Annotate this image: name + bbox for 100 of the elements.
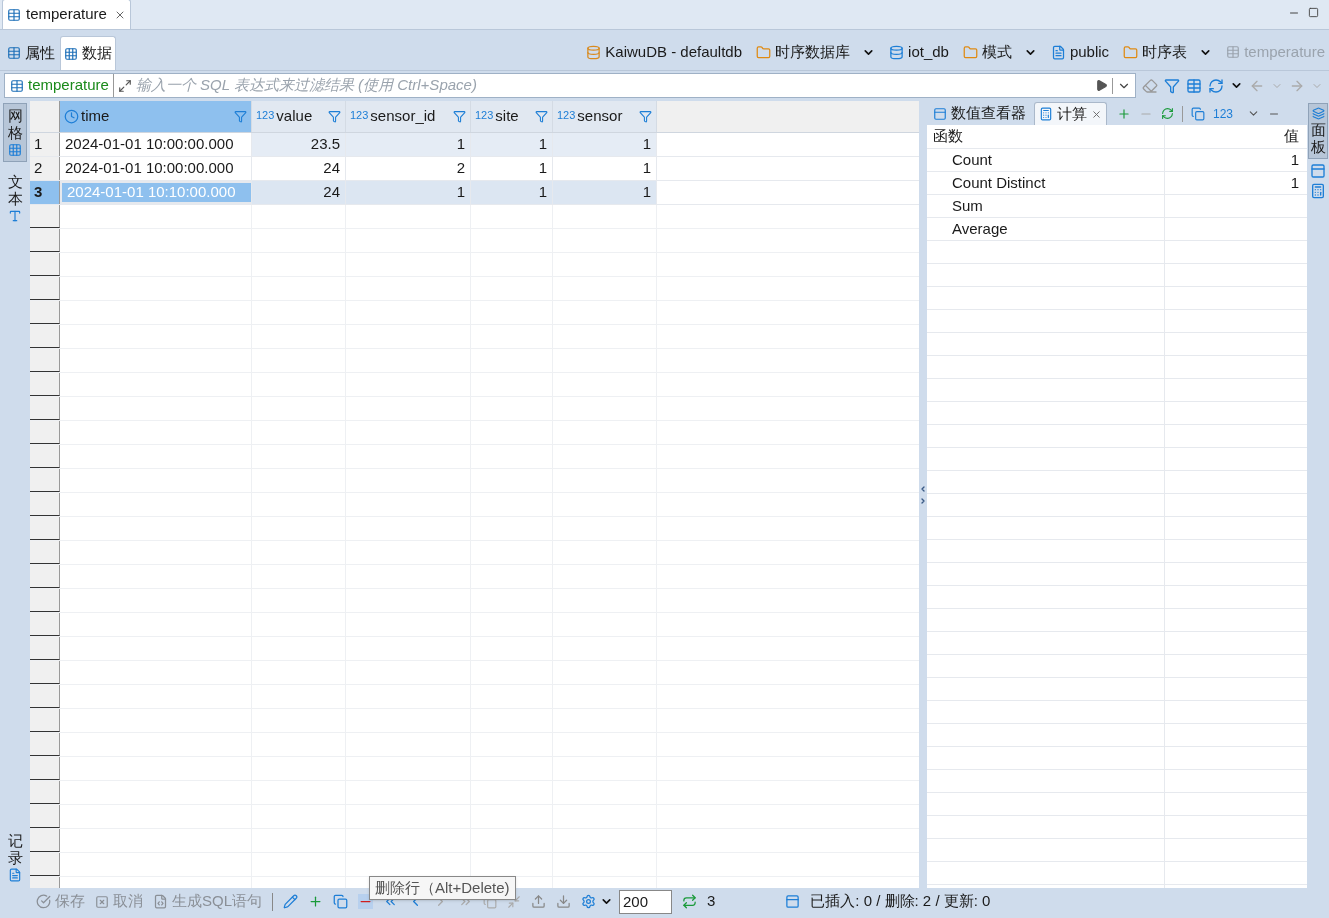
table-cell: 2024-01-01 10:10:00.000 xyxy=(60,181,252,204)
sort-filter-icon[interactable] xyxy=(535,110,548,123)
panels-icon xyxy=(1311,107,1325,120)
column-header: 函数 xyxy=(927,125,1165,148)
run-icon[interactable] xyxy=(1095,79,1108,92)
function-value: 1 xyxy=(1289,172,1300,193)
column-name: time xyxy=(81,106,111,127)
table-cell: 24 xyxy=(252,157,346,180)
sort-filter-icon[interactable] xyxy=(639,110,652,123)
column-header[interactable]: time xyxy=(60,101,252,132)
function-name: Count xyxy=(927,149,1165,171)
table-cell: 1 xyxy=(471,133,553,156)
duplicate-row-icon[interactable] xyxy=(333,894,348,909)
type-label: 123 xyxy=(256,108,275,123)
export-icon[interactable] xyxy=(531,894,546,909)
eraser-icon[interactable] xyxy=(1142,77,1158,94)
table-cell: 2024-01-01 10:00:00.000 xyxy=(60,157,252,180)
filter-icon[interactable] xyxy=(1164,77,1180,94)
calculator-icon xyxy=(1039,107,1053,121)
cancel-icon xyxy=(95,894,109,909)
function-name: Sum xyxy=(927,195,1165,217)
row-count: 3 xyxy=(707,891,716,912)
row-number[interactable]: 1 xyxy=(30,133,60,156)
editor-tab-title: temperature xyxy=(26,4,107,25)
view-tab[interactable]: 文本 xyxy=(3,170,27,227)
table-cell: 2 xyxy=(346,157,471,180)
table-cell: 1 xyxy=(553,157,657,180)
check-circle-icon xyxy=(36,894,51,909)
expand-icon[interactable] xyxy=(117,78,132,93)
function-name: Count Distinct xyxy=(927,172,1165,194)
panel-tab[interactable]: 数值查看器 xyxy=(929,102,1030,125)
calculator-icon[interactable] xyxy=(1310,183,1326,199)
panel-tab[interactable]: 计算 xyxy=(1034,102,1107,125)
function-name: Average xyxy=(927,218,1165,240)
tooltip: 删除行（Alt+Delete) xyxy=(369,876,516,900)
type-label: 123 xyxy=(350,108,369,123)
add-function-icon[interactable] xyxy=(1117,106,1131,121)
breadcrumb-item[interactable]: public xyxy=(1050,40,1110,64)
text-icon xyxy=(8,209,22,223)
table-cell: 1 xyxy=(553,133,657,156)
sort-filter-icon[interactable] xyxy=(453,110,466,123)
view-tab[interactable]: 网格 xyxy=(3,103,27,162)
table-cell: 1 xyxy=(346,181,471,204)
editor-tab[interactable]: temperature xyxy=(2,0,131,29)
table-cell: 24 xyxy=(252,181,346,204)
table-icon xyxy=(7,46,21,60)
filter-input[interactable]: 输入一个 SQL 表达式来过滤结果 (使用 Ctrl+Space) xyxy=(135,74,1091,97)
filter-field[interactable]: temperature 输入一个 SQL 表达式来过滤结果 (使用 Ctrl+Space) xyxy=(4,73,1136,98)
breadcrumb-item[interactable]: 模式 xyxy=(962,40,1012,64)
filter-table-label: temperature xyxy=(28,74,114,97)
add-row-icon[interactable] xyxy=(308,894,323,909)
table-icon xyxy=(10,78,24,93)
grid-icon xyxy=(8,143,22,157)
folder-icon xyxy=(1123,44,1139,60)
table-cell: 1 xyxy=(553,181,657,204)
panel-icon[interactable] xyxy=(785,894,801,909)
table-icon xyxy=(7,7,21,22)
copy-icon[interactable] xyxy=(1191,106,1205,121)
table-cell: 1 xyxy=(471,181,553,204)
clock-icon xyxy=(64,109,79,124)
sql-file-icon xyxy=(153,894,168,909)
refresh-icon[interactable] xyxy=(1208,77,1224,94)
maximize-icon[interactable] xyxy=(1308,7,1319,18)
import-icon[interactable] xyxy=(556,894,571,909)
breadcrumb-item[interactable]: 时序数据库 xyxy=(756,40,851,64)
record-tab[interactable]: 记录 xyxy=(3,833,27,882)
database-icon xyxy=(586,44,602,60)
refresh-icon[interactable] xyxy=(682,894,697,909)
breadcrumb-item[interactable]: iot_db xyxy=(889,40,949,64)
status-text: 已插入: 0 / 删除: 2 / 更新: 0 xyxy=(810,891,991,912)
document-icon xyxy=(1050,44,1066,60)
table-icon xyxy=(1226,45,1241,59)
refresh-icon[interactable] xyxy=(1161,107,1174,120)
edit-row-icon[interactable] xyxy=(283,894,298,909)
table-cell: 23.5 xyxy=(252,133,346,156)
sort-filter-icon[interactable] xyxy=(328,110,341,123)
type-label: 123 xyxy=(557,108,576,123)
collapse-left-icon[interactable] xyxy=(919,484,927,493)
sub-tab[interactable]: 属性 xyxy=(4,36,58,70)
close-icon[interactable] xyxy=(1091,108,1102,120)
viewer-icon[interactable] xyxy=(1310,163,1326,179)
grid-corner xyxy=(30,101,60,132)
row-number[interactable]: 2 xyxy=(30,157,60,180)
table-cell: 1 xyxy=(471,157,553,180)
viewer-icon xyxy=(933,106,947,121)
breadcrumb-item[interactable]: KaiwuDB - defaultdb xyxy=(586,40,743,64)
folder-icon xyxy=(962,44,978,60)
sort-filter-icon[interactable] xyxy=(234,110,247,123)
column-header: 值 xyxy=(1283,126,1300,147)
column-name: value xyxy=(276,106,314,127)
collapse-right-icon[interactable] xyxy=(919,496,927,505)
row-number[interactable]: 3 xyxy=(30,181,60,204)
panels-tab[interactable]: 面板 xyxy=(1308,103,1328,159)
database-icon xyxy=(889,44,905,60)
type-label: 123 xyxy=(475,108,494,123)
breadcrumb-item[interactable]: 时序表 xyxy=(1123,40,1188,64)
column-name: site xyxy=(495,106,520,127)
table-settings-icon[interactable] xyxy=(1186,77,1202,94)
fetch-size-field[interactable]: 200 xyxy=(619,889,672,914)
sub-tab[interactable]: 数据 xyxy=(60,36,116,70)
